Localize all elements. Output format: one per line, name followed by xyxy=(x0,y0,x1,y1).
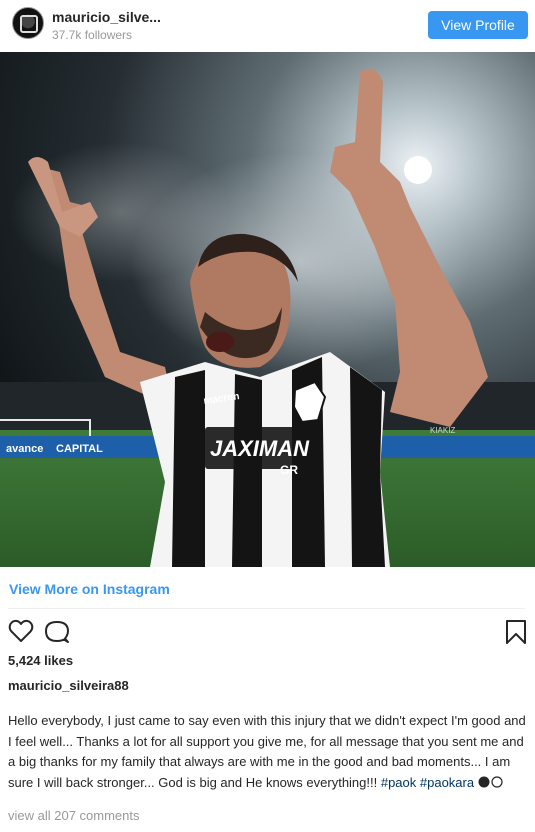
hashtag-paokara[interactable]: #paokara xyxy=(420,775,474,790)
jersey-sponsor-sub: GR xyxy=(280,463,298,477)
post-photo[interactable]: avance CAPITAL KIAKIZ JAXIMAN GR macron xyxy=(0,52,535,567)
white-circle-icon xyxy=(491,775,503,788)
view-more-link[interactable]: View More on Instagram xyxy=(9,581,170,597)
divider xyxy=(8,608,525,609)
comment-icon[interactable] xyxy=(44,619,70,645)
likes-count[interactable]: 5,424 likes xyxy=(8,653,73,668)
black-circle-icon xyxy=(478,776,490,787)
hashtag-paok[interactable]: #paok xyxy=(381,775,416,790)
ad-board-2: CAPITAL xyxy=(56,443,103,455)
heart-icon[interactable] xyxy=(8,619,34,643)
post-header: mauricio_silve... 37.7k followers View P… xyxy=(0,0,535,52)
view-profile-button[interactable]: View Profile xyxy=(428,11,528,39)
view-all-comments-link[interactable]: view all 207 comments xyxy=(8,808,140,823)
ad-board-3: KIAKIZ xyxy=(430,426,455,435)
username[interactable]: mauricio_silve... xyxy=(52,9,161,25)
ad-board-1: avance xyxy=(6,443,43,455)
jersey-sponsor: JAXIMAN xyxy=(210,436,310,461)
post-author[interactable]: mauricio_silveira88 xyxy=(8,678,129,693)
caption: Hello everybody, I just came to say even… xyxy=(8,711,530,793)
avatar[interactable] xyxy=(12,7,44,39)
bookmark-icon[interactable] xyxy=(505,619,527,645)
followers-count: 37.7k followers xyxy=(52,28,133,42)
